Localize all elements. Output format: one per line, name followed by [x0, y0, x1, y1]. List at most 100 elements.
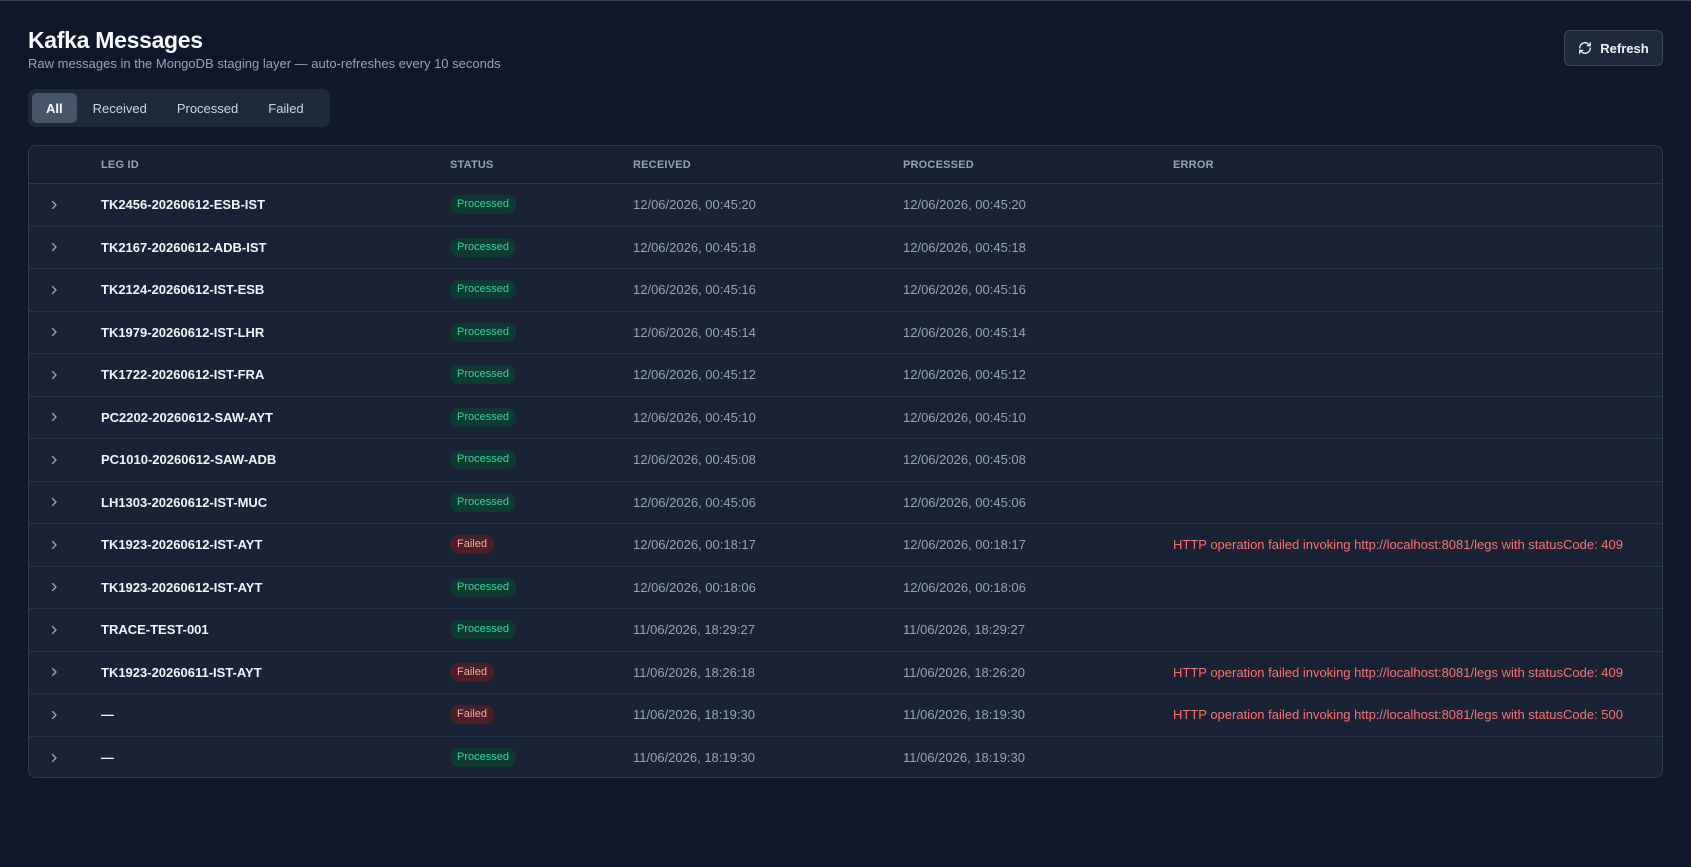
row-expand-toggle[interactable]: [29, 497, 101, 507]
leg-id-cell: —: [101, 707, 114, 723]
row-expand-toggle[interactable]: [29, 710, 101, 720]
status-badge: Processed: [450, 577, 516, 597]
leg-id-cell: LH1303-20260612-IST-MUC: [101, 494, 268, 510]
row-expand-toggle[interactable]: [29, 370, 101, 380]
received-cell: 12/06/2026, 00:45:08: [633, 452, 756, 468]
chevron-right-icon: [51, 540, 57, 549]
received-cell: 12/06/2026, 00:45:12: [633, 367, 756, 383]
status-badge: Processed: [450, 195, 516, 215]
chevron-right-icon: [51, 625, 57, 634]
column-header-error: ERROR: [1173, 158, 1214, 171]
row-expand-toggle[interactable]: [29, 582, 101, 592]
table-row[interactable]: TK2124-20260612-IST-ESB Processed 12/06/20…: [29, 269, 1662, 312]
column-header-processed: PROCESSED: [903, 158, 974, 171]
status-filter-tabs: All Received Processed Failed: [28, 89, 330, 127]
status-badge: Processed: [450, 450, 516, 470]
status-cell: Failed: [450, 662, 633, 682]
table-row[interactable]: TK1923-20260612-IST-AYT Failed 12/06/2026,…: [29, 524, 1662, 567]
leg-id-cell: TK2124-20260612-IST-ESB: [101, 282, 265, 298]
received-cell: 11/06/2026, 18:26:18: [633, 664, 755, 680]
status-cell: Processed: [450, 322, 633, 342]
column-header-leg-id: LEG ID: [101, 158, 139, 171]
processed-cell: 12/06/2026, 00:45:10: [903, 409, 1026, 425]
status-cell: Processed: [450, 407, 633, 427]
status-cell: Failed: [450, 705, 633, 725]
leg-id-cell: TK1923-20260611-IST-AYT: [101, 664, 262, 680]
leg-id-cell: TK1722-20260612-IST-FRA: [101, 367, 265, 383]
received-cell: 12/06/2026, 00:45:16: [633, 282, 756, 298]
leg-id-cell: TK1979-20260612-IST-LHR: [101, 324, 265, 340]
received-cell: 11/06/2026, 18:19:30: [633, 707, 755, 723]
chevron-right-icon: [51, 668, 57, 677]
kafka-messages-page: Kafka Messages Raw messages in the Mongo…: [0, 1, 1691, 867]
row-expand-toggle[interactable]: [29, 540, 101, 550]
processed-cell: 12/06/2026, 00:45:12: [903, 367, 1026, 383]
table-row[interactable]: TK2456-20260612-ESB-IST Processed 12/06/20…: [29, 184, 1662, 227]
row-expand-toggle[interactable]: [29, 200, 101, 210]
refresh-button[interactable]: Refresh: [1564, 30, 1663, 66]
column-header-received: RECEIVED: [633, 158, 691, 171]
processed-cell: 11/06/2026, 18:26:20: [903, 664, 1025, 680]
row-expand-toggle[interactable]: [29, 667, 101, 677]
row-expand-toggle[interactable]: [29, 625, 101, 635]
tab-processed[interactable]: Processed: [163, 93, 252, 123]
table-row[interactable]: TRACE-TEST-001 Processed 11/06/2026, 18:29…: [29, 609, 1662, 652]
table-row[interactable]: — Failed 11/06/2026, 18:19:30 11/06/2026, 1…: [29, 694, 1662, 737]
table-row[interactable]: TK1979-20260612-IST-LHR Processed 12/06/20…: [29, 311, 1662, 354]
chevron-right-icon: [51, 243, 57, 252]
status-cell: Processed: [450, 195, 633, 215]
received-cell: 11/06/2026, 18:29:27: [633, 622, 755, 638]
processed-cell: 12/06/2026, 00:45:14: [903, 324, 1026, 340]
processed-cell: 11/06/2026, 18:19:30: [903, 707, 1025, 723]
received-cell: 12/06/2026, 00:45:06: [633, 494, 756, 510]
received-cell: 12/06/2026, 00:45:18: [633, 239, 756, 255]
error-cell: HTTP operation failed invoking http://lo…: [1173, 707, 1623, 723]
row-expand-toggle[interactable]: [29, 327, 101, 337]
table-body: TK2456-20260612-ESB-IST Processed 12/06/20…: [29, 184, 1662, 777]
table-row[interactable]: PC2202-20260612-SAW-AYT Processed 12/06/20…: [29, 396, 1662, 439]
status-badge: Failed: [450, 662, 494, 682]
row-expand-toggle[interactable]: [29, 285, 101, 295]
row-expand-toggle[interactable]: [29, 412, 101, 422]
status-badge: Processed: [450, 492, 516, 512]
table-header-row: LEG ID STATUS RECEIVED PROCESSED ERROR: [29, 146, 1662, 184]
tab-all[interactable]: All: [32, 93, 77, 123]
chevron-right-icon: [51, 583, 57, 592]
table-row[interactable]: PC1010-20260612-SAW-ADB Processed 12/06/20…: [29, 439, 1662, 482]
tab-failed[interactable]: Failed: [254, 93, 317, 123]
leg-id-cell: TRACE-TEST-001: [101, 622, 209, 638]
leg-id-cell: TK1923-20260612-IST-AYT: [101, 579, 263, 595]
table-row[interactable]: TK1923-20260611-IST-AYT Failed 11/06/2026,…: [29, 651, 1662, 694]
page-header: Kafka Messages Raw messages in the Mongo…: [28, 27, 1663, 71]
leg-id-cell: —: [101, 750, 114, 766]
status-badge: Processed: [450, 280, 516, 300]
status-badge: Failed: [450, 535, 494, 555]
table-row[interactable]: TK2167-20260612-ADB-IST Processed 12/06/20…: [29, 226, 1662, 269]
processed-cell: 12/06/2026, 00:45:20: [903, 197, 1026, 213]
row-expand-toggle[interactable]: [29, 242, 101, 252]
processed-cell: 11/06/2026, 18:29:27: [903, 622, 1025, 638]
chevron-right-icon: [51, 200, 57, 209]
status-badge: Failed: [450, 705, 494, 725]
tab-received[interactable]: Received: [79, 93, 161, 123]
status-cell: Processed: [450, 577, 633, 597]
leg-id-cell: TK2456-20260612-ESB-IST: [101, 197, 266, 213]
table-row[interactable]: TK1722-20260612-IST-FRA Processed 12/06/20…: [29, 354, 1662, 397]
received-cell: 11/06/2026, 18:19:30: [633, 750, 755, 766]
status-badge: Processed: [450, 748, 516, 768]
row-expand-toggle[interactable]: [29, 753, 101, 763]
processed-cell: 12/06/2026, 00:45:16: [903, 282, 1026, 298]
status-cell: Failed: [450, 535, 633, 555]
processed-cell: 12/06/2026, 00:18:06: [903, 579, 1026, 595]
status-cell: Processed: [450, 280, 633, 300]
status-cell: Processed: [450, 365, 633, 385]
table-row[interactable]: LH1303-20260612-IST-MUC Processed 12/06/20…: [29, 481, 1662, 524]
row-expand-toggle[interactable]: [29, 455, 101, 465]
table-row[interactable]: TK1923-20260612-IST-AYT Processed 12/06/20…: [29, 566, 1662, 609]
chevron-right-icon: [51, 413, 57, 422]
table-row[interactable]: — Processed 11/06/2026, 18:19:30 11/06/2026…: [29, 736, 1662, 777]
status-badge: Processed: [450, 322, 516, 342]
received-cell: 12/06/2026, 00:45:14: [633, 324, 756, 340]
page-title: Kafka Messages: [28, 27, 203, 53]
received-cell: 12/06/2026, 00:45:10: [633, 409, 756, 425]
